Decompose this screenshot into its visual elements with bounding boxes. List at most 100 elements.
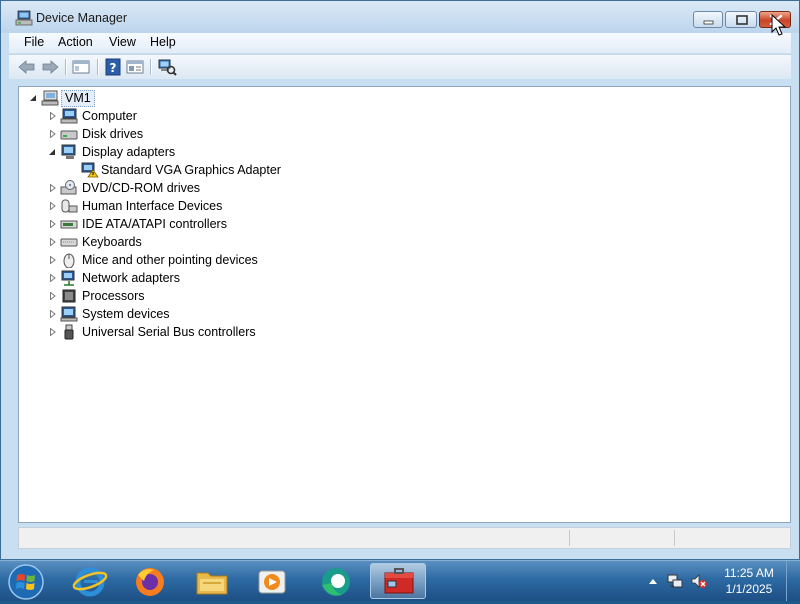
show-desktop-button[interactable] [786,561,800,601]
tree-category-item[interactable]: System devices [19,305,379,323]
restore-icon [736,15,748,25]
mouse-icon [60,252,78,269]
device-tree[interactable]: VM1 Computer Disk drives Display adapters S… [18,86,791,523]
device-manager-taskbar-button[interactable] [370,563,426,599]
computer-icon [41,90,59,106]
computer-icon [60,108,78,124]
device-manager-window: Device Manager File Action View Help ? V… [0,0,800,560]
tree-category-item[interactable]: Disk drives [19,125,379,143]
tree-category-item[interactable]: Human Interface Devices [19,197,379,215]
ide-controller-icon [60,216,78,232]
usb-icon [60,324,78,340]
file-explorer-icon[interactable] [184,563,240,599]
tree-category-item[interactable]: IDE ATA/ATAPI controllers [19,215,379,233]
start-button[interactable] [7,563,45,601]
tree-item-label: Keyboards [82,235,142,249]
device-manager-icon [15,10,33,26]
menu-help[interactable]: Help [150,35,176,49]
expand-arrow-icon[interactable] [49,220,57,228]
edge-icon[interactable] [308,563,364,599]
title-bar[interactable]: Device Manager [1,1,799,33]
status-pane [674,530,785,546]
system-devices-icon [60,306,78,322]
back-arrow-icon[interactable] [17,58,37,76]
status-pane [569,530,670,546]
tree-root-label: VM1 [61,90,95,107]
tree-category-item[interactable]: Keyboards [19,233,379,251]
properties-icon[interactable] [125,58,145,76]
expand-arrow-icon[interactable] [49,238,57,246]
menu-file[interactable]: File [24,35,44,49]
clock-date: 1/1/2025 [725,582,773,596]
tree-item-label: System devices [82,307,170,321]
expand-arrow-icon[interactable] [49,328,57,336]
forward-arrow-icon[interactable] [40,58,60,76]
collapse-arrow-icon[interactable] [48,148,56,156]
tree-item-label: Universal Serial Bus controllers [82,325,256,339]
expand-arrow-icon[interactable] [49,184,57,192]
tree-category-item[interactable]: DVD/CD-ROM drives [19,179,379,197]
toolbar-separator [150,59,152,75]
expand-arrow-icon[interactable] [49,256,57,264]
firefox-icon[interactable] [122,563,178,599]
processor-icon [60,288,78,304]
dvd-drive-icon [60,180,78,196]
expand-arrow-icon[interactable] [49,310,57,318]
tree-item-label: Human Interface Devices [82,199,223,213]
hid-icon [60,198,78,214]
tree-item-label: Disk drives [82,127,144,141]
tree-item-label: Processors [82,289,145,303]
tree-category-item[interactable]: Universal Serial Bus controllers [19,323,379,341]
tree-item-label: Display adapters [82,145,176,159]
mouse-cursor-icon [771,13,787,38]
toolbar: ? [9,54,791,79]
network-icon[interactable] [666,572,684,590]
tree-item-label: IDE ATA/ATAPI controllers [82,217,227,231]
display-adapter-warning-icon [81,162,99,178]
tree-category-item[interactable]: Network adapters [19,269,379,287]
tree-item-label: Standard VGA Graphics Adapter [101,163,281,177]
clock[interactable]: 11:25 AM 1/1/2025 [716,565,782,597]
tree-item-label: Computer [82,109,137,123]
tree-item-label: Mice and other pointing devices [82,253,258,267]
maximize-button[interactable] [725,11,757,28]
menu-action[interactable]: Action [58,35,93,49]
show-hidden-icons-icon[interactable] [644,573,662,591]
network-adapter-icon [60,270,78,286]
collapse-arrow-icon[interactable] [29,94,37,102]
expand-arrow-icon[interactable] [49,274,57,282]
clock-time: 11:25 AM [724,566,774,580]
show-hide-console-tree-icon[interactable] [71,58,91,76]
window-title: Device Manager [36,11,128,25]
menu-view[interactable]: View [109,35,136,49]
volume-muted-icon[interactable] [690,572,708,590]
internet-explorer-icon[interactable] [62,563,118,599]
menu-bar: File Action View Help [9,33,791,53]
toolbar-separator [65,59,67,75]
minimize-button[interactable] [693,11,723,28]
minimize-icon [703,20,714,25]
toolbar-separator [97,59,99,75]
tree-root-vm1[interactable]: VM1 [27,89,327,107]
status-bar [18,527,791,549]
tree-item-label: Network adapters [82,271,180,285]
svg-text:?: ? [110,61,117,75]
keyboard-icon [60,234,78,250]
tree-category-item[interactable]: Processors [19,287,379,305]
media-player-icon[interactable] [244,563,300,599]
scan-hardware-changes-icon[interactable] [157,58,177,76]
expand-arrow-icon[interactable] [49,112,57,120]
taskbar: 11:25 AM 1/1/2025 [0,560,800,601]
display-adapter-icon [60,144,78,160]
windows-logo-icon [8,564,44,600]
tree-item-label: DVD/CD-ROM drives [82,181,201,195]
tree-category-item[interactable]: Display adapters [19,143,379,161]
tree-category-item[interactable]: Mice and other pointing devices [19,251,379,269]
tree-category-item[interactable]: Computer [19,107,379,125]
expand-arrow-icon[interactable] [49,130,57,138]
tree-child-item[interactable]: Standard VGA Graphics Adapter [19,161,379,179]
expand-arrow-icon[interactable] [49,292,57,300]
disk-drive-icon [60,126,78,142]
help-icon[interactable]: ? [103,58,123,76]
expand-arrow-icon[interactable] [49,202,57,210]
